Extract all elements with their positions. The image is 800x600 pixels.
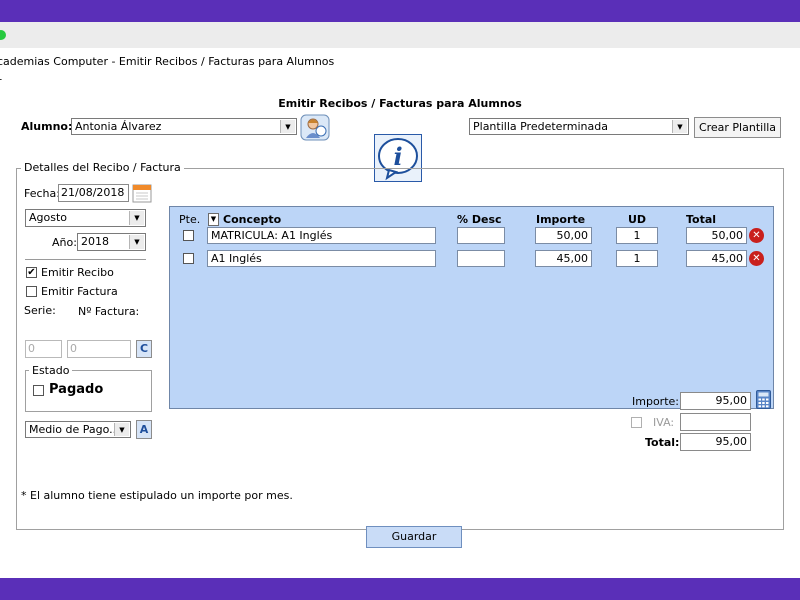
window-control-dot[interactable] — [0, 30, 6, 40]
a-button[interactable]: A — [136, 420, 152, 439]
iva-label: IVA: — [653, 416, 675, 429]
window-title: cademias Computer - Emitir Recibos / Fac… — [0, 55, 335, 68]
pagado-checkbox[interactable] — [33, 385, 44, 396]
pagado-label: Pagado — [49, 382, 104, 397]
iva-checkbox[interactable] — [631, 417, 642, 428]
fecha-input[interactable]: 21/08/2018 — [58, 184, 129, 202]
ud-cell[interactable]: 1 — [616, 250, 658, 267]
emitir-factura-checkbox[interactable] — [26, 286, 37, 297]
chevron-down-icon[interactable]: ▼ — [129, 211, 144, 225]
chevron-down-icon[interactable]: ▼ — [672, 120, 687, 133]
anio-label: Año: — [52, 236, 77, 249]
chevron-down-icon[interactable]: ▼ — [129, 235, 144, 249]
nfactura-label: Nº Factura: — [78, 305, 140, 318]
importe-total-input: 95,00 — [680, 392, 751, 410]
medio-pago-select[interactable]: Medio de Pago... ▼ — [25, 421, 131, 438]
concepto-cell[interactable]: A1 Inglés — [207, 250, 436, 267]
col-header-importe: Importe — [536, 213, 586, 226]
estado-legend: Estado — [29, 364, 73, 377]
desc-cell[interactable] — [457, 250, 505, 267]
plantilla-value: Plantilla Predeterminada — [473, 120, 608, 133]
pte-checkbox[interactable] — [183, 230, 194, 241]
col-header-concepto: Concepto — [223, 213, 282, 226]
col-header-ud: UD — [628, 213, 647, 226]
mes-select[interactable]: Agosto ▼ — [25, 209, 146, 227]
app-window: cademias Computer - Emitir Recibos / Fac… — [0, 22, 800, 578]
crear-plantilla-button[interactable]: Crear Plantilla — [694, 117, 781, 138]
serie-input[interactable]: 0 — [25, 340, 62, 358]
plantilla-select[interactable]: Plantilla Predeterminada ▼ — [469, 118, 689, 135]
details-legend: Detalles del Recibo / Factura — [21, 161, 184, 174]
serie-label: Serie: — [24, 304, 56, 317]
calculator-icon[interactable] — [756, 390, 771, 409]
col-header-desc: % Desc — [457, 213, 502, 226]
desc-cell[interactable] — [457, 227, 505, 244]
total-input: 95,00 — [680, 433, 751, 451]
delete-icon[interactable]: ✕ — [749, 228, 764, 243]
divider — [25, 259, 146, 260]
fecha-label: Fecha: — [24, 187, 60, 200]
importe-cell[interactable]: 50,00 — [535, 227, 592, 244]
alumno-select[interactable]: Antonia Álvarez ▼ — [71, 118, 297, 135]
emitir-recibo-label: Emitir Recibo — [41, 266, 114, 279]
alumno-value: Antonia Álvarez — [75, 120, 162, 133]
importe-total-label: Importe: — [632, 395, 679, 408]
browser-chrome — [0, 22, 800, 49]
total-label: Total: — [645, 436, 680, 449]
anio-value: 2018 — [81, 235, 109, 248]
c-button[interactable]: C — [136, 340, 152, 358]
alumno-label: Alumno: — [21, 120, 73, 133]
pte-checkbox[interactable] — [183, 253, 194, 264]
guardar-button[interactable]: Guardar — [366, 526, 462, 548]
conceptos-grid: Pte. ▼ Concepto % Desc Importe UD Total … — [169, 206, 774, 409]
chevron-down-icon[interactable]: ▼ — [208, 213, 219, 226]
delete-icon[interactable]: ✕ — [749, 251, 764, 266]
nfactura-input[interactable]: 0 — [67, 340, 131, 358]
svg-text:i: i — [393, 142, 402, 171]
footnote: * El alumno tiene estipulado un importe … — [21, 489, 293, 502]
calendar-icon[interactable] — [132, 182, 152, 203]
student-icon[interactable] — [300, 114, 330, 141]
ud-cell[interactable]: 1 — [616, 227, 658, 244]
importe-cell[interactable]: 45,00 — [535, 250, 592, 267]
chevron-down-icon[interactable]: ▼ — [114, 423, 129, 436]
total-cell: 50,00 — [686, 227, 747, 244]
anio-select[interactable]: 2018 ▼ — [77, 233, 146, 251]
emitir-factura-label: Emitir Factura — [41, 285, 118, 298]
medio-pago-value: Medio de Pago... — [29, 423, 120, 436]
menu-item[interactable]: r — [0, 75, 2, 88]
col-header-pte: Pte. — [179, 213, 201, 226]
mes-value: Agosto — [29, 211, 68, 224]
iva-input[interactable] — [680, 413, 751, 431]
chevron-down-icon[interactable]: ▼ — [280, 120, 295, 133]
emitir-recibo-checkbox[interactable]: ✔ — [26, 267, 37, 278]
form-heading: Emitir Recibos / Facturas para Alumnos — [278, 97, 522, 110]
col-header-total: Total — [686, 213, 717, 226]
concepto-cell[interactable]: MATRICULA: A1 Inglés — [207, 227, 436, 244]
total-cell: 45,00 — [686, 250, 747, 267]
